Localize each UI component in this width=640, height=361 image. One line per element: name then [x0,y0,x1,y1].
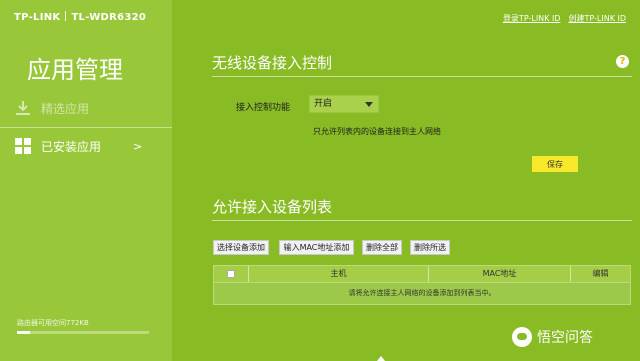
login-tplink-id-link[interactable]: 登录TP-LINK ID [503,14,561,23]
watermark-text: 悟空问答 [537,330,593,346]
download-icon [15,100,31,116]
access-control-select[interactable]: 开启 [309,95,379,113]
sidebar-item-installed-apps[interactable]: 已安装应用 > [15,136,165,156]
section-divider [212,76,632,77]
sidebar-item-featured-apps[interactable]: 精选应用 [15,98,165,118]
brand: TP-LINK TL-WDR6320 [14,11,146,23]
grid-icon [15,138,31,154]
storage-fill [17,331,31,334]
create-tplink-id-link[interactable]: 创建TP-LINK ID [568,14,626,23]
save-button[interactable]: 保存 [532,156,578,172]
access-control-label: 接入控制功能 [236,103,291,113]
sidebar-divider [0,127,172,128]
input-mac-add-button[interactable]: 输入MAC地址添加 [279,240,354,255]
delete-selected-button[interactable]: 删除所选 [410,240,450,255]
page-title: 应用管理 [27,56,123,84]
question-icon[interactable]: ? [616,55,629,68]
storage-label: 路由器可用空间772KB [17,319,89,327]
access-control-hint: 只允许列表内的设备连接到主人网络 [313,127,441,136]
section-title-access-control: 无线设备接入控制 [212,54,333,72]
device-table: 主机 MAC地址 编辑 请将允许连接主人网络的设备添加到列表当中。 [213,265,631,305]
delete-all-button[interactable]: 删除全部 [362,240,402,255]
chevron-right-icon: > [133,139,143,153]
chevron-down-icon [365,102,373,107]
sidebar-item-label: 已安装应用 [41,139,102,154]
select-device-add-button[interactable]: 选择设备添加 [213,240,269,255]
column-edit: 编辑 [592,269,609,278]
column-mac: MAC地址 [429,266,571,282]
storage-bar [17,331,149,334]
sidebar: TP-LINK TL-WDR6320 应用管理 精选应用 已安装应用 > 路由器可… [0,0,172,361]
select-all-cell [214,266,249,282]
section-title-allowed-list: 允许接入设备列表 [212,198,333,216]
table-header: 主机 MAC地址 编辑 [213,265,631,283]
top-links: 登录TP-LINK ID 创建TP-LINK ID [503,13,626,24]
router-model: TL-WDR6320 [71,12,147,23]
sidebar-item-label: 精选应用 [41,101,90,116]
column-host: 主机 [249,266,429,282]
brand-separator [65,11,67,21]
select-all-checkbox[interactable] [227,269,235,278]
chat-bubble-icon [512,327,532,347]
watermark: 悟空问答 [512,326,593,348]
caret-up-icon [377,356,385,361]
tp-link-logo: TP-LINK [14,12,61,23]
select-value: 开启 [314,99,333,109]
section-divider [212,220,632,221]
table-empty-row: 请将允许连接主人网络的设备添加到列表当中。 [213,283,631,305]
